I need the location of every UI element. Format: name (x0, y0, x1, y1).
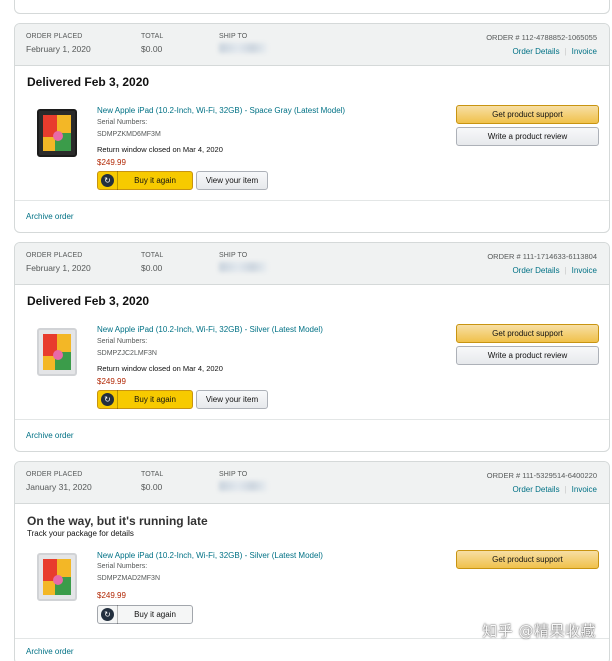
product-price: $249.99 (97, 591, 126, 600)
write-review-button[interactable]: Write a product review (456, 127, 599, 146)
order-details-link[interactable]: Order Details (512, 266, 559, 275)
order-placed-label: ORDER PLACED (26, 33, 83, 40)
archive-order-link[interactable]: Archive order (26, 212, 74, 221)
product-price: $249.99 (97, 158, 126, 167)
product-price: $249.99 (97, 377, 126, 386)
shipment-status: Delivered Feb 3, 2020 (27, 294, 150, 308)
order-card: ORDER PLACED February 1, 2020 TOTAL $0.0… (14, 23, 610, 233)
order-placed-label: ORDER PLACED (26, 252, 83, 259)
serial-label: Serial Numbers: (97, 338, 148, 345)
link-separator: | (564, 485, 567, 494)
reorder-icon: ↻ (98, 390, 118, 409)
product-title-link[interactable]: New Apple iPad (10.2-Inch, Wi-Fi, 32GB) … (97, 325, 323, 334)
ship-to-blurred[interactable] (219, 43, 267, 53)
ship-to-label: SHIP TO (219, 33, 248, 40)
order-number: ORDER # 111-1714633-6113804 (487, 252, 597, 261)
buy-it-again-label: Buy it again (134, 176, 176, 185)
buy-it-again-button[interactable]: ↻ Buy it again (97, 605, 193, 624)
order-number-col: ORDER # 111-1714633-6113804 Order Detail… (487, 252, 597, 275)
order-total: $0.00 (141, 44, 163, 54)
order-placed-col: ORDER PLACED February 1, 2020 (26, 33, 91, 54)
shipment-status: On the way, but it's running late (27, 514, 208, 528)
zhihu-watermark: 知乎 @精果收藏 (482, 622, 596, 640)
order-footer: Archive order (15, 638, 609, 661)
link-separator: | (564, 47, 567, 56)
order-total: $0.00 (141, 482, 163, 492)
reorder-icon: ↻ (98, 605, 118, 624)
ship-to-col: SHIP TO (219, 471, 267, 491)
order-card: ORDER PLACED February 1, 2020 TOTAL $0.0… (14, 242, 610, 452)
archive-order-link[interactable]: Archive order (26, 647, 74, 656)
order-header: ORDER PLACED January 31, 2020 TOTAL $0.0… (15, 462, 609, 504)
total-label: TOTAL (141, 471, 164, 478)
write-review-button[interactable]: Write a product review (456, 346, 599, 365)
invoice-link[interactable]: Invoice (572, 485, 597, 494)
buy-it-again-button[interactable]: ↻ Buy it again (97, 390, 193, 409)
get-product-support-button[interactable]: Get product support (456, 324, 599, 343)
order-footer: Archive order (15, 419, 609, 451)
total-col: TOTAL $0.00 (141, 33, 163, 54)
order-placed-col: ORDER PLACED February 1, 2020 (26, 252, 91, 273)
buy-it-again-label: Buy it again (134, 610, 176, 619)
product-title-link[interactable]: New Apple iPad (10.2-Inch, Wi-Fi, 32GB) … (97, 551, 323, 560)
total-label: TOTAL (141, 33, 164, 40)
ship-to-blurred[interactable] (219, 262, 267, 272)
order-header: ORDER PLACED February 1, 2020 TOTAL $0.0… (15, 24, 609, 66)
buy-it-again-button[interactable]: ↻ Buy it again (97, 171, 193, 190)
view-your-item-button[interactable]: View your item (196, 390, 268, 409)
order-placed-col: ORDER PLACED January 31, 2020 (26, 471, 92, 492)
invoice-link[interactable]: Invoice (572, 47, 597, 56)
ship-to-label: SHIP TO (219, 252, 248, 259)
serial-label: Serial Numbers: (97, 563, 148, 570)
buy-it-again-label: Buy it again (134, 395, 176, 404)
ship-to-blurred[interactable] (219, 481, 267, 491)
ship-to-label: SHIP TO (219, 471, 248, 478)
total-col: TOTAL $0.00 (141, 471, 163, 492)
product-title-link[interactable]: New Apple iPad (10.2-Inch, Wi-Fi, 32GB) … (97, 106, 345, 115)
ship-to-col: SHIP TO (219, 252, 267, 272)
order-date: February 1, 2020 (26, 263, 91, 273)
return-window: Return window closed on Mar 4, 2020 (97, 364, 223, 373)
order-total: $0.00 (141, 263, 163, 273)
archive-order-link[interactable]: Archive order (26, 431, 74, 440)
invoice-link[interactable]: Invoice (572, 266, 597, 275)
previous-order-card-edge (14, 0, 610, 14)
product-image[interactable] (37, 328, 77, 376)
get-product-support-button[interactable]: Get product support (456, 105, 599, 124)
order-details-link[interactable]: Order Details (512, 47, 559, 56)
link-separator: | (564, 266, 567, 275)
tracking-note: Track your package for details (27, 529, 134, 538)
ship-to-col: SHIP TO (219, 33, 267, 53)
product-image[interactable] (37, 109, 77, 157)
serial-number: SDMPZMAD2MF3N (97, 575, 161, 582)
return-window: Return window closed on Mar 4, 2020 (97, 145, 223, 154)
total-col: TOTAL $0.00 (141, 252, 163, 273)
order-number: ORDER # 112-4788852-1065055 (486, 33, 597, 42)
get-product-support-button[interactable]: Get product support (456, 550, 599, 569)
order-header: ORDER PLACED February 1, 2020 TOTAL $0.0… (15, 243, 609, 285)
serial-label: Serial Numbers: (97, 119, 148, 126)
order-footer: Archive order (15, 200, 609, 232)
order-details-link[interactable]: Order Details (512, 485, 559, 494)
order-number: ORDER # 111-5329514-6400220 (486, 471, 597, 480)
reorder-icon: ↻ (98, 171, 118, 190)
shipment-status: Delivered Feb 3, 2020 (27, 75, 150, 89)
order-number-col: ORDER # 112-4788852-1065055 Order Detail… (486, 33, 597, 56)
serial-number: SDMPZKMD6MF3M (97, 131, 161, 138)
order-number-col: ORDER # 111-5329514-6400220 Order Detail… (487, 471, 597, 494)
serial-number: SDMPZJC2LMF3N (97, 350, 157, 357)
order-date: January 31, 2020 (26, 482, 92, 492)
order-date: February 1, 2020 (26, 44, 91, 54)
product-image[interactable] (37, 553, 77, 601)
total-label: TOTAL (141, 252, 164, 259)
order-placed-label: ORDER PLACED (26, 471, 83, 478)
view-your-item-button[interactable]: View your item (196, 171, 268, 190)
